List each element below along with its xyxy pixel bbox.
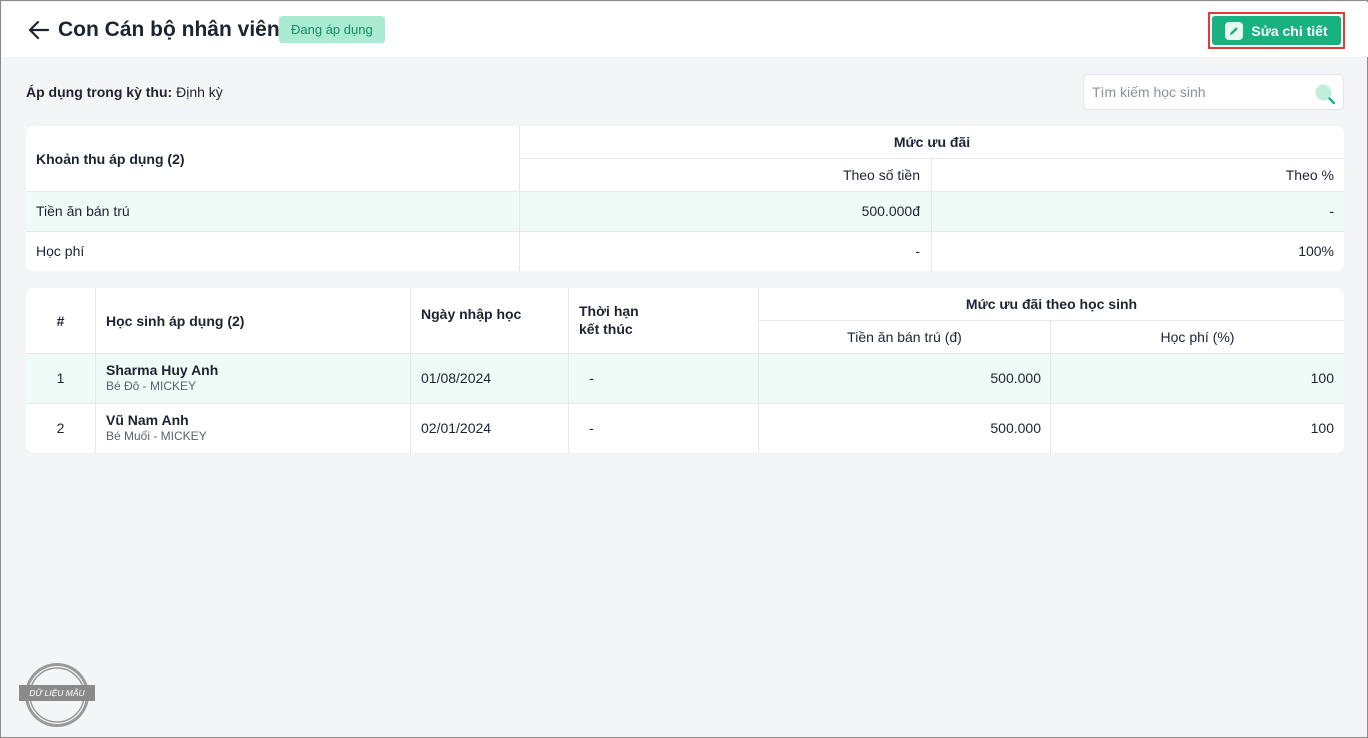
search-input[interactable] — [1092, 75, 1312, 109]
sample-data-seal: DỮ LIỆU MẪU — [19, 663, 95, 727]
edit-button-highlight: Sửa chi tiết — [1208, 12, 1345, 49]
divider — [26, 353, 1344, 354]
fee-percent: - — [1329, 203, 1334, 219]
students-header-group: Mức ưu đãi theo học sinh — [965, 296, 1138, 312]
divider — [931, 158, 932, 271]
student-tuition-percent: 100 — [1310, 370, 1334, 386]
fee-name: Tiền ăn bán trú — [36, 203, 130, 219]
search-box — [1083, 74, 1344, 110]
student-enroll-date: 02/01/2024 — [421, 420, 492, 436]
student-info: Vũ Nam Anh Bé Muối - MICKEY — [106, 411, 207, 444]
students-table: # Học sinh áp dụng (2) Ngày nhập học Thờ… — [26, 288, 1344, 453]
student-tuition-percent: 100 — [1310, 420, 1334, 436]
divider — [410, 288, 411, 453]
search-icon[interactable] — [1314, 83, 1336, 105]
fee-amount: - — [915, 243, 920, 259]
back-button[interactable] — [26, 17, 52, 43]
sample-data-seal-text: DỮ LIỆU MẪU — [29, 687, 85, 698]
fees-table: Khoản thu áp dụng (2) Mức ưu đãi Theo số… — [26, 126, 1344, 271]
page-title: Con Cán bộ nhân viên — [58, 18, 280, 41]
student-end-date: - — [589, 370, 594, 386]
divider — [26, 403, 1344, 404]
fee-name: Học phí — [36, 243, 85, 259]
edit-details-label: Sửa chi tiết — [1251, 22, 1328, 39]
student-name: Vũ Nam Anh — [106, 412, 189, 428]
edit-details-button[interactable]: Sửa chi tiết — [1212, 16, 1341, 45]
fees-header-percent: Theo % — [1285, 166, 1334, 183]
students-header-end-line2: kết thúc — [579, 321, 633, 337]
students-header-end-line1: Thời hạn — [579, 303, 639, 319]
fees-header-group: Mức ưu đãi — [893, 134, 971, 150]
student-meal-amount: 500.000 — [990, 420, 1041, 436]
divider — [1050, 320, 1051, 453]
student-enroll-date: 01/08/2024 — [421, 370, 492, 386]
status-badge: Đang áp dụng — [279, 16, 385, 43]
fees-header-amount: Theo số tiền — [842, 166, 920, 183]
student-end-date: - — [589, 420, 594, 436]
app-window: Con Cán bộ nhân viên Đang áp dụng Sửa ch… — [0, 0, 1368, 738]
divider — [759, 320, 1344, 321]
students-header-student: Học sinh áp dụng (2) — [106, 312, 245, 329]
fees-header-fee: Khoản thu áp dụng (2) — [36, 150, 185, 167]
fee-amount: 500.000đ — [861, 203, 920, 219]
pencil-icon — [1225, 21, 1244, 40]
student-name: Sharma Huy Anh — [106, 362, 219, 378]
apply-period: Áp dụng trong kỳ thu: Định kỳ — [26, 83, 223, 101]
students-header-tuition: Học phí (%) — [1160, 328, 1235, 345]
divider — [758, 288, 759, 453]
apply-period-label: Áp dụng trong kỳ thu: — [26, 84, 173, 100]
page-header: Con Cán bộ nhân viên Đang áp dụng Sửa ch… — [2, 2, 1368, 57]
student-class: Bé Đô - MICKEY — [106, 379, 197, 393]
apply-period-value: Định kỳ — [176, 84, 223, 100]
divider — [568, 288, 569, 453]
student-index: 1 — [56, 370, 65, 386]
divider — [95, 288, 96, 453]
student-info: Sharma Huy Anh Bé Đô - MICKEY — [106, 361, 218, 394]
student-index: 2 — [56, 420, 65, 436]
divider — [520, 158, 1344, 159]
students-header-meal: Tiền ăn bán trú (đ) — [847, 328, 962, 345]
students-header-enroll: Ngày nhập học — [421, 306, 522, 322]
arrow-left-icon — [29, 21, 49, 39]
student-class: Bé Muối - MICKEY — [106, 429, 207, 443]
divider — [519, 126, 520, 271]
divider — [26, 191, 1344, 192]
student-meal-amount: 500.000 — [990, 370, 1041, 386]
students-header-index: # — [56, 312, 65, 329]
fee-percent: 100% — [1298, 243, 1334, 259]
divider — [26, 231, 1344, 232]
